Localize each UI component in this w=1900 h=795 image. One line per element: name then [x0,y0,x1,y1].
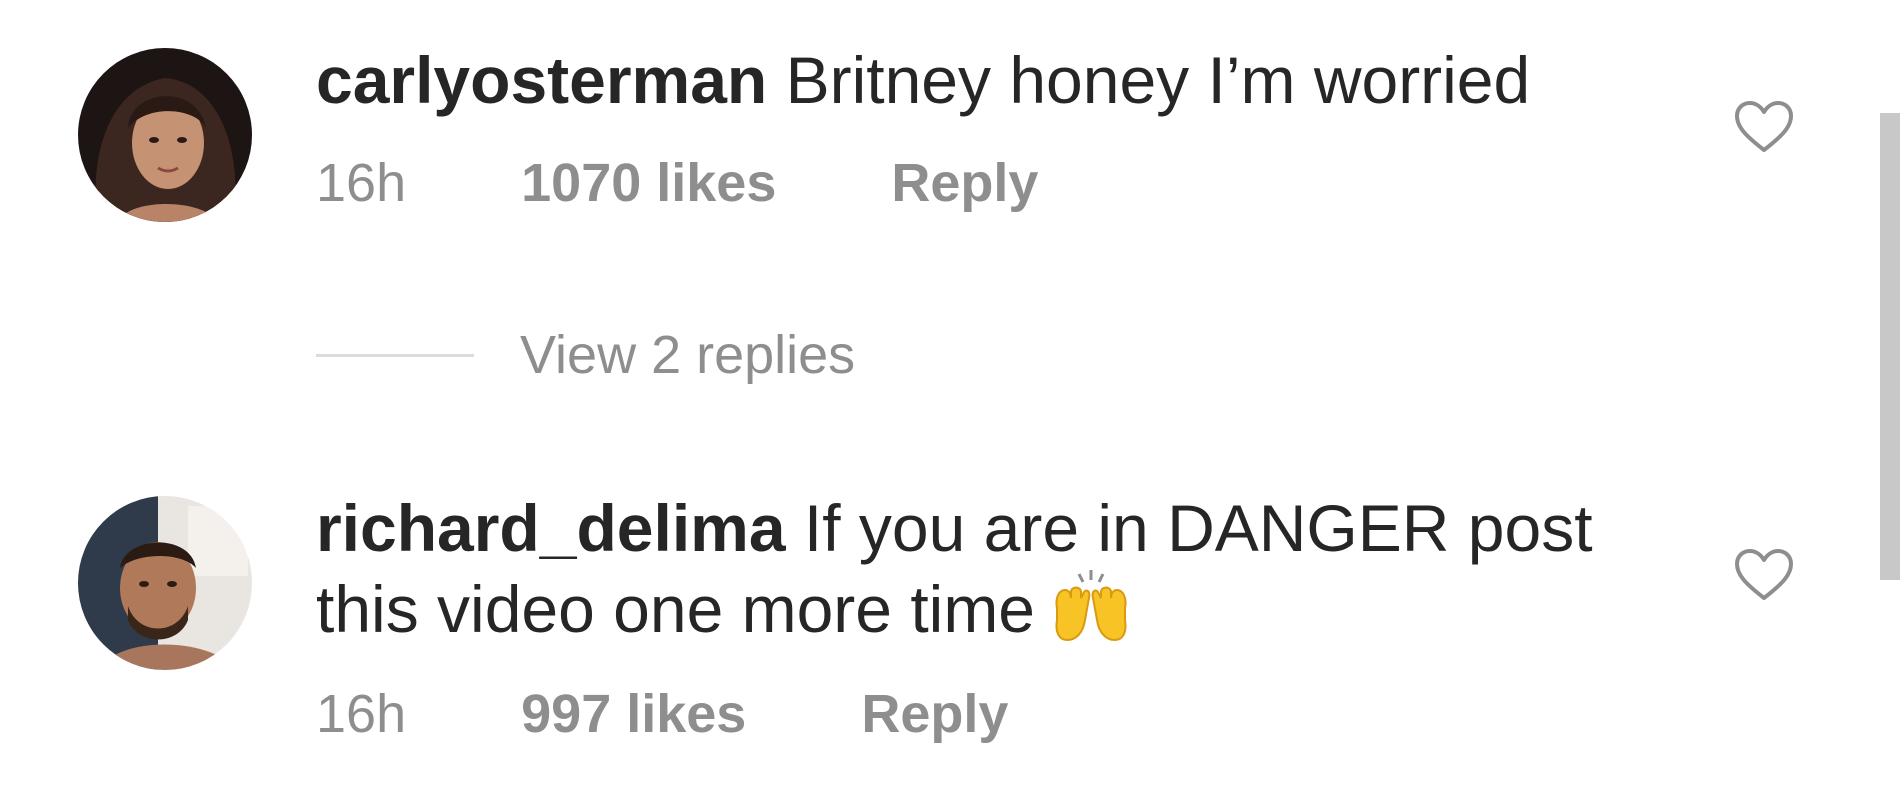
comment-text: richard_delima If you are in DANGER post… [316,488,1616,649]
heart-outline-icon[interactable] [1734,100,1794,154]
comment-message: Britney honey I’m worried [785,43,1531,117]
comment-text: carlyosterman Britney honey I’m worried [316,40,1616,120]
comment-meta: 16h 997 likes Reply [316,683,1008,745]
avatar-image [78,496,252,670]
heart-outline-icon[interactable] [1734,548,1794,602]
username[interactable]: carlyosterman [316,43,767,117]
avatar[interactable] [78,48,252,222]
username[interactable]: richard_delima [316,491,786,565]
comment-item: carlyosterman Britney honey I’m worried … [0,0,1860,300]
comment-meta: 16h 1070 likes Reply [316,152,1038,214]
reply-button[interactable]: Reply [891,152,1038,214]
timestamp: 16h [316,684,407,744]
view-replies-button[interactable]: View 2 replies [316,322,855,388]
likes-count[interactable]: 1070 likes [521,152,776,214]
raising-hands-emoji-icon [1055,570,1127,642]
comment-item: richard_delima If you are in DANGER post… [0,448,1860,795]
comments-list: carlyosterman Britney honey I’m worried … [0,0,1900,795]
replies-divider-line [316,353,474,357]
reply-button[interactable]: Reply [861,683,1008,745]
likes-count[interactable]: 997 likes [521,683,746,745]
view-replies-label: View 2 replies [520,325,856,385]
avatar-image [78,48,252,222]
timestamp: 16h [316,153,407,213]
avatar[interactable] [78,496,252,670]
scrollbar[interactable] [1880,113,1900,580]
